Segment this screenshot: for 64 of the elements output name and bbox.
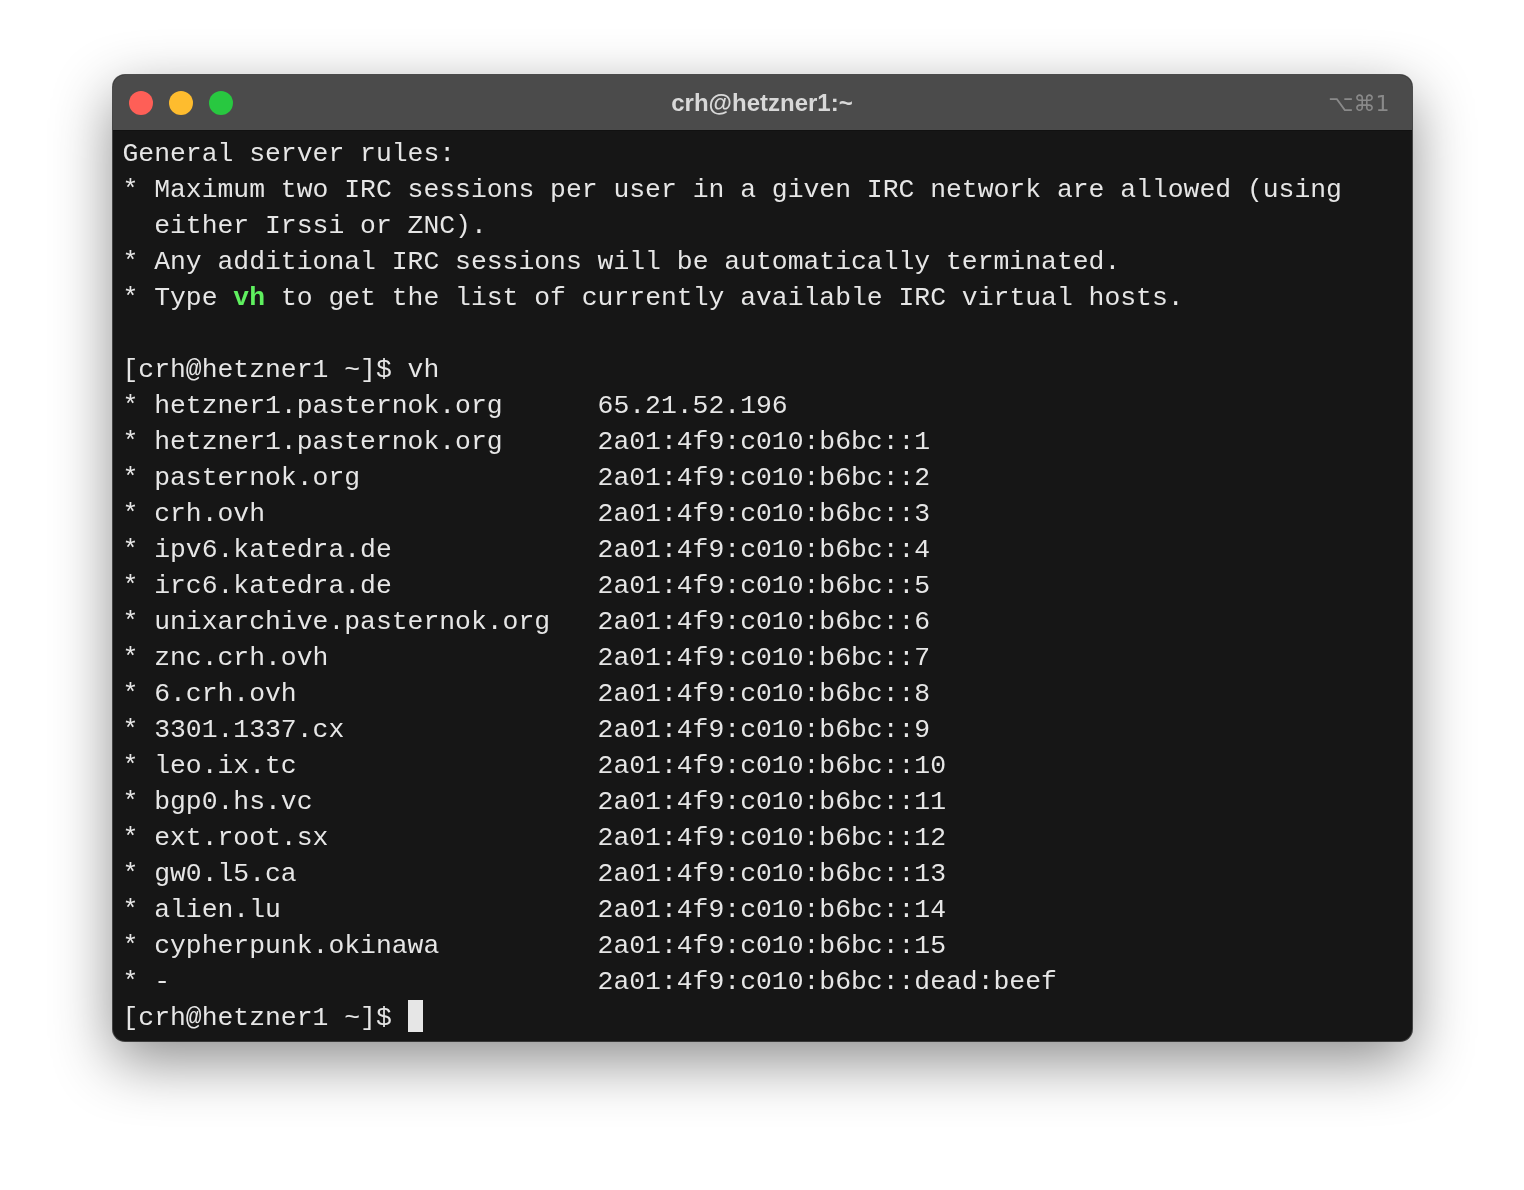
hostname-text: ext.root.sx	[154, 823, 329, 853]
list-bullet: *	[122, 607, 139, 637]
hostname-text: hetzner1.pasternok.org	[154, 391, 503, 421]
address-text: 2a01:4f9:c010:b6bc::14	[597, 895, 946, 925]
address-text: 2a01:4f9:c010:b6bc::7	[597, 643, 931, 673]
list-bullet: *	[122, 967, 139, 997]
list-bullet: *	[122, 571, 139, 601]
address-text: 2a01:4f9:c010:b6bc::2	[597, 463, 931, 493]
list-bullet: *	[122, 427, 139, 457]
window-title: crh@hetzner1:~	[671, 87, 853, 118]
hostname-text: leo.ix.tc	[154, 751, 297, 781]
zoom-button[interactable]	[208, 91, 233, 115]
address-text: 2a01:4f9:c010:b6bc::15	[597, 931, 946, 961]
hostname-text: irc6.katedra.de	[154, 571, 392, 601]
hostname-text: -	[154, 967, 170, 997]
list-bullet: *	[122, 787, 139, 817]
hostname-text: unixarchive.pasternok.org	[154, 607, 551, 637]
hostname-text: 6.crh.ovh	[154, 679, 297, 709]
output-text: * Maximum two IRC sessions per user in a given IRC network are allowed (using	[122, 175, 1342, 205]
shell-prompt: [crh@hetzner1 ~]$	[122, 1003, 392, 1033]
hostname-text: cypherpunk.okinawa	[154, 931, 440, 961]
address-text: 2a01:4f9:c010:b6bc::9	[597, 715, 931, 745]
list-bullet: *	[122, 679, 139, 709]
address-text: 2a01:4f9:c010:b6bc::dead:beef	[597, 967, 1057, 997]
address-text: 2a01:4f9:c010:b6bc::10	[597, 751, 946, 781]
hostname-text: gw0.l5.ca	[154, 859, 297, 889]
list-bullet: *	[122, 751, 139, 781]
shortcut-label: ⌥⌘1	[1328, 90, 1390, 118]
list-bullet: *	[122, 463, 139, 493]
address-text: 2a01:4f9:c010:b6bc::5	[597, 571, 931, 601]
address-text: 2a01:4f9:c010:b6bc::11	[597, 787, 946, 817]
hostname-text: bgp0.hs.vc	[154, 787, 313, 817]
list-bullet: *	[122, 535, 139, 565]
minimize-button[interactable]	[168, 91, 193, 115]
address-text: 2a01:4f9:c010:b6bc::12	[597, 823, 946, 853]
close-button[interactable]	[128, 91, 153, 115]
hostname-text: ipv6.katedra.de	[154, 535, 392, 565]
list-bullet: *	[122, 823, 139, 853]
shell-prompt: [crh@hetzner1 ~]$	[122, 355, 392, 385]
hostname-text: alien.lu	[154, 895, 281, 925]
list-bullet: *	[122, 859, 139, 889]
address-text: 2a01:4f9:c010:b6bc::13	[597, 859, 946, 889]
address-text: 2a01:4f9:c010:b6bc::3	[597, 499, 931, 529]
address-text: 65.21.52.196	[597, 391, 788, 421]
hostname-text: znc.crh.ovh	[154, 643, 329, 673]
address-text: 2a01:4f9:c010:b6bc::8	[597, 679, 931, 709]
list-bullet: *	[122, 643, 139, 673]
hostname-text: crh.ovh	[154, 499, 266, 529]
hostname-text: hetzner1.pasternok.org	[154, 427, 503, 457]
list-bullet: *	[122, 931, 139, 961]
list-bullet: *	[122, 895, 139, 925]
command-text: vh	[407, 355, 440, 385]
address-text: 2a01:4f9:c010:b6bc::6	[597, 607, 931, 637]
hostname-text: 3301.1337.cx	[154, 715, 345, 745]
list-bullet: *	[122, 715, 139, 745]
output-text: * Any additional IRC sessions will be automatically terminated.	[122, 247, 1121, 277]
output-text: General server rules:	[122, 139, 456, 169]
list-bullet: *	[122, 499, 139, 529]
list-bullet: *	[122, 391, 139, 421]
address-text: 2a01:4f9:c010:b6bc::1	[597, 427, 931, 457]
output-text: either Irssi or ZNC).	[153, 211, 487, 241]
address-text: 2a01:4f9:c010:b6bc::4	[597, 535, 931, 565]
hostname-text: pasternok.org	[154, 463, 361, 493]
output-text: * Type vh to get the list of currently available IRC virtual hosts.	[122, 283, 1184, 313]
